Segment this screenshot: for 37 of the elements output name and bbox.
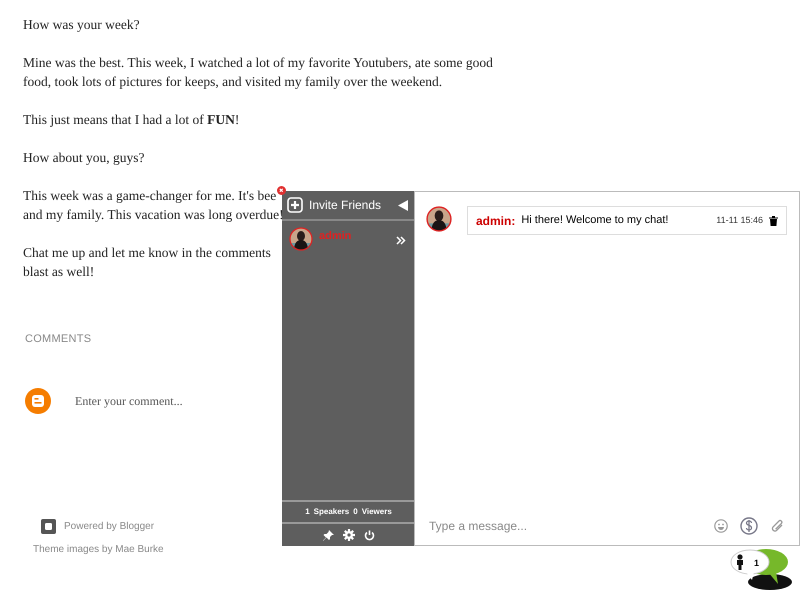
- trash-icon[interactable]: [769, 216, 778, 226]
- smiley-icon[interactable]: [714, 519, 728, 533]
- dollar-icon[interactable]: [740, 517, 758, 535]
- theme-credit: Theme images by Mae Burke: [33, 543, 164, 557]
- message-text: Hi there! Welcome to my chat!: [521, 213, 668, 228]
- message-author: admin:: [476, 212, 516, 230]
- speaker-count: 1: [305, 506, 310, 518]
- blogger-icon: [41, 519, 56, 534]
- paragraph-line: This week was a game-changer for me. It's bee: [23, 187, 276, 205]
- message-field[interactable]: Type a message...: [429, 517, 702, 535]
- settings-icon[interactable]: [342, 529, 354, 541]
- blogger-icon: [25, 388, 51, 414]
- paragraph-line: How about you, guys?: [23, 149, 144, 167]
- collapse-icon[interactable]: [398, 200, 408, 210]
- pin-icon[interactable]: [322, 530, 334, 540]
- chat-bubble-badge[interactable]: 1: [730, 548, 796, 592]
- paragraph-line: This just means that I had a lot of FUN!: [23, 111, 240, 129]
- comments-heading: COMMENTS: [25, 332, 92, 347]
- speakers-label: Speakers: [314, 506, 350, 518]
- paragraph-line: food, took lots of pictures for keeps, and visited my family over the weekend.: [23, 73, 442, 91]
- paragraph-line: Chat me up and let me know in the comments: [23, 244, 271, 262]
- paragraph-line: How was your week?: [23, 16, 140, 34]
- paragraph-line: blast as well!: [23, 263, 94, 281]
- powered-by-link[interactable]: Powered by Blogger: [64, 519, 154, 534]
- invite-friends-button[interactable]: Invite Friends: [287, 196, 382, 214]
- paragraph-line: Mine was the best. This week, I watched a lot of my favorite Youtubers, ate some good: [23, 54, 493, 72]
- plus-icon: [287, 197, 303, 213]
- paragraph-line: and my family. This vacation was long overdue!: [23, 206, 284, 224]
- viewer-count: 0: [353, 506, 358, 518]
- viewers-label: Viewers: [362, 506, 392, 518]
- comment-field[interactable]: Enter your comment...: [75, 392, 235, 410]
- power-icon[interactable]: [364, 530, 374, 540]
- message-time: 11-11 15:46: [716, 214, 763, 227]
- close-icon[interactable]: [277, 186, 286, 195]
- paperclip-icon[interactable]: [770, 518, 785, 534]
- double-chevron-icon[interactable]: [396, 236, 406, 245]
- viewer-count: 1: [754, 557, 760, 570]
